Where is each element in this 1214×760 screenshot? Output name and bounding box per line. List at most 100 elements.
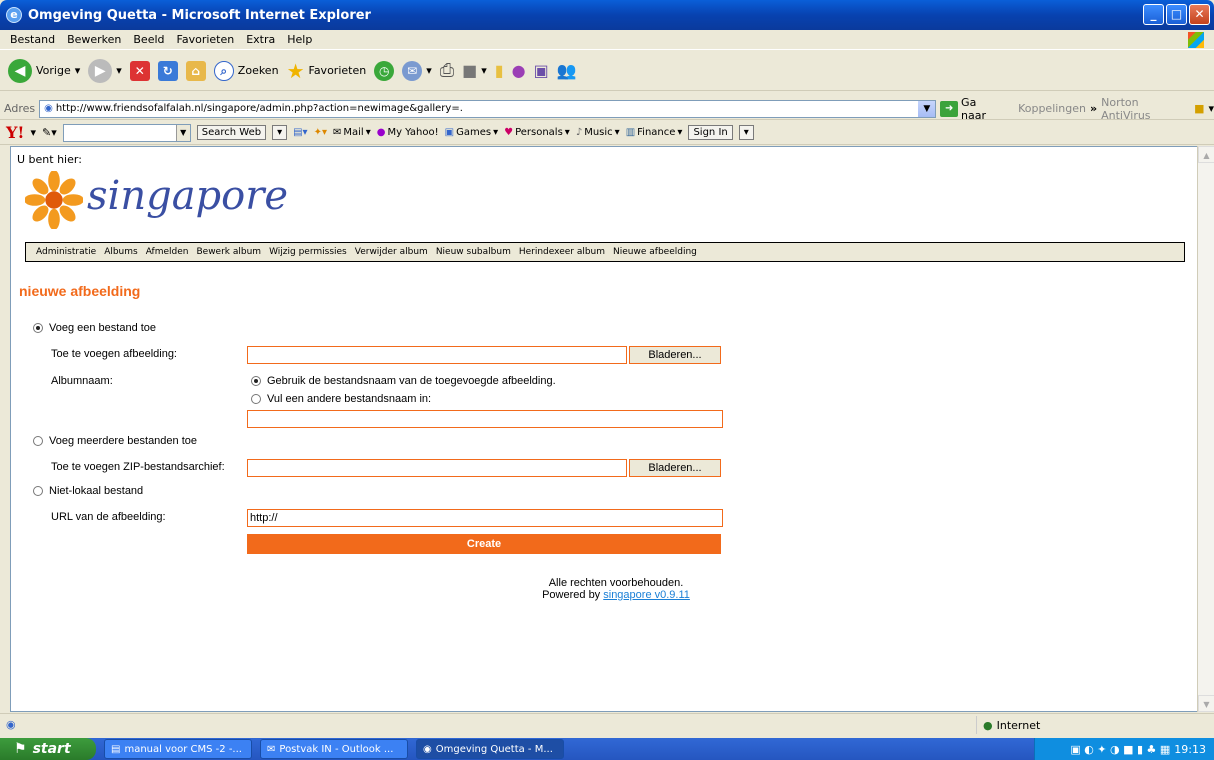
zip-file-input[interactable] (247, 459, 627, 477)
history-button[interactable]: ◷ (374, 60, 395, 81)
yahoo-search-input[interactable]: ▼ (62, 123, 191, 142)
personals-icon: ♥ (504, 127, 514, 138)
nav-albums[interactable]: Albums (104, 247, 138, 257)
multi-file-option[interactable]: Voeg meerdere bestanden toe (33, 435, 197, 447)
refresh-icon: ↻ (157, 60, 178, 81)
my-yahoo[interactable]: ● My Yahoo! (377, 127, 439, 138)
close-button[interactable]: ✕ (1189, 4, 1210, 25)
scroll-up-button[interactable]: ▲ (1198, 146, 1214, 163)
chevron-icon[interactable]: » (1090, 102, 1097, 115)
url-input[interactable]: http:// (247, 509, 723, 527)
nav-verwijder-album[interactable]: Verwijder album (355, 247, 428, 257)
task-ie[interactable]: ◉ Omgeving Quetta - M... (416, 739, 564, 759)
task-word[interactable]: ▤ manual voor CMS -2 -... (104, 739, 252, 759)
other-filename-radio[interactable] (251, 394, 261, 404)
stop-button[interactable]: ✕ (129, 60, 150, 81)
address-input[interactable]: ◉ http://www.friendsofalfalah.nl/singapo… (39, 99, 937, 118)
mail-button[interactable]: ✉ ▾ (402, 60, 432, 81)
edit-button[interactable]: ■ ▾ (462, 61, 487, 80)
menu-beeld[interactable]: Beeld (127, 33, 170, 46)
flower-logo-icon (25, 171, 83, 229)
yahoo-music[interactable]: ♪ Music ▾ (576, 127, 620, 138)
messenger-button[interactable]: ● (512, 61, 526, 80)
windows-flag-icon: ⚑ (14, 741, 27, 757)
yahoo-personals[interactable]: ♥ Personals ▾ (504, 127, 570, 138)
links-button[interactable]: Koppelingen (1018, 102, 1086, 115)
norton-antivirus-button[interactable]: Norton AntiVirus (1101, 96, 1190, 122)
go-button[interactable]: ➜ Ga naar (940, 96, 1004, 122)
yahoo-mail[interactable]: ✉ Mail ▾ (333, 127, 371, 138)
remote-file-radio[interactable] (33, 486, 43, 496)
forward-arrow-icon: ▶ (88, 58, 113, 83)
create-button[interactable]: Create (247, 534, 721, 554)
you-are-here: U bent hier: (17, 153, 82, 166)
finance-icon: ▥ (625, 127, 636, 138)
yahoo-finance[interactable]: ▥ Finance ▾ (626, 127, 683, 138)
antispy-icon[interactable]: ✦▾ (314, 127, 327, 138)
nav-nieuw-subalbum[interactable]: Nieuw subalbum (436, 247, 511, 257)
search-web-button[interactable]: Search Web (196, 125, 267, 140)
use-filename-option[interactable]: Gebruik de bestandsnaam van de toegevoeg… (251, 375, 556, 387)
powered-by-text: Powered by (542, 589, 601, 601)
start-button[interactable]: ⚑ start (0, 738, 96, 760)
nav-administratie[interactable]: Administratie (36, 247, 96, 257)
yahoo-games[interactable]: ▣ Games ▾ (445, 127, 498, 138)
nav-bewerk-album[interactable]: Bewerk album (196, 247, 261, 257)
yahoo-logo-icon[interactable]: Y! (6, 123, 24, 142)
security-zone: ● Internet (976, 716, 1040, 734)
logo-text: singapore (87, 173, 289, 219)
search-web-dropdown[interactable]: ▾ (272, 125, 288, 140)
address-dropdown-button[interactable]: ▼ (918, 100, 936, 117)
research-button[interactable]: ▣ (534, 61, 549, 80)
other-filename-label: Vul een andere bestandsnaam in: (267, 393, 432, 405)
sign-in-dropdown[interactable]: ▾ (738, 125, 754, 140)
print-button[interactable]: ⎙ (440, 60, 454, 81)
menu-favorieten[interactable]: Favorieten (171, 33, 241, 46)
nav-afmelden[interactable]: Afmelden (146, 247, 189, 257)
other-filename-option[interactable]: Vul een andere bestandsnaam in: (251, 393, 431, 405)
filename-input[interactable] (247, 410, 723, 428)
zip-field-label: Toe te voegen ZIP-bestandsarchief: (51, 461, 225, 473)
menu-bestand[interactable]: Bestand (4, 33, 61, 46)
menu-extra[interactable]: Extra (240, 33, 281, 46)
task-outlook[interactable]: ✉ Postvak IN - Outlook ... (260, 739, 408, 759)
singapore-logo: singapore (25, 171, 295, 231)
home-button[interactable]: ⌂ (185, 60, 206, 81)
nav-herindexeer-album[interactable]: Herindexeer album (519, 247, 605, 257)
favorites-button[interactable]: ★ Favorieten (287, 59, 367, 83)
pencil-icon[interactable]: ✎▾ (42, 126, 57, 139)
singapore-version-link[interactable]: singapore v0.9.11 (603, 589, 690, 601)
nav-wijzig-permissies[interactable]: Wijzig permissies (269, 247, 347, 257)
browse-image-button[interactable]: Bladeren... (629, 346, 721, 364)
folder-button[interactable]: ▮ (495, 61, 504, 80)
image-file-input[interactable] (247, 346, 627, 364)
remote-file-label: Niet-lokaal bestand (49, 485, 144, 497)
people-button[interactable]: 👥 (557, 61, 577, 80)
multi-file-radio[interactable] (33, 436, 43, 446)
use-filename-radio[interactable] (251, 376, 261, 386)
highlight-icon[interactable]: ▤▾ (293, 127, 307, 138)
single-file-option[interactable]: Voeg een bestand toe (33, 322, 156, 334)
copyright-text: Alle rechten voorbehouden. (548, 577, 684, 589)
menu-help[interactable]: Help (281, 33, 318, 46)
nav-nieuwe-afbeelding[interactable]: Nieuwe afbeelding (613, 247, 697, 257)
vertical-scrollbar[interactable]: ▲ ▼ (1197, 146, 1214, 712)
edit-icon: ■ (462, 61, 478, 80)
forward-button[interactable]: ▶ ▾ (88, 58, 122, 83)
refresh-button[interactable]: ↻ (157, 60, 178, 81)
single-file-radio[interactable] (33, 323, 43, 333)
globe-icon: ● (983, 718, 993, 732)
maximize-button[interactable]: □ (1166, 4, 1187, 25)
tray-icons[interactable]: ▣ ◐ ✦ ◑ ■ ▮ ♣ ▦ (1070, 743, 1170, 756)
url-field-label: URL van de afbeelding: (51, 511, 166, 523)
back-button[interactable]: ◀ Vorige ▾ (8, 58, 80, 83)
search-button[interactable]: ⌕ Zoeken (213, 60, 279, 81)
research-icon: ▣ (533, 61, 549, 80)
remote-file-option[interactable]: Niet-lokaal bestand (33, 485, 143, 497)
scroll-down-button[interactable]: ▼ (1198, 695, 1214, 712)
yahoo-search-dropdown[interactable]: ▼ (175, 124, 190, 141)
sign-in-button[interactable]: Sign In (688, 125, 733, 140)
menu-bewerken[interactable]: Bewerken (61, 33, 127, 46)
minimize-button[interactable]: _ (1143, 4, 1164, 25)
browse-zip-button[interactable]: Bladeren... (629, 459, 721, 477)
